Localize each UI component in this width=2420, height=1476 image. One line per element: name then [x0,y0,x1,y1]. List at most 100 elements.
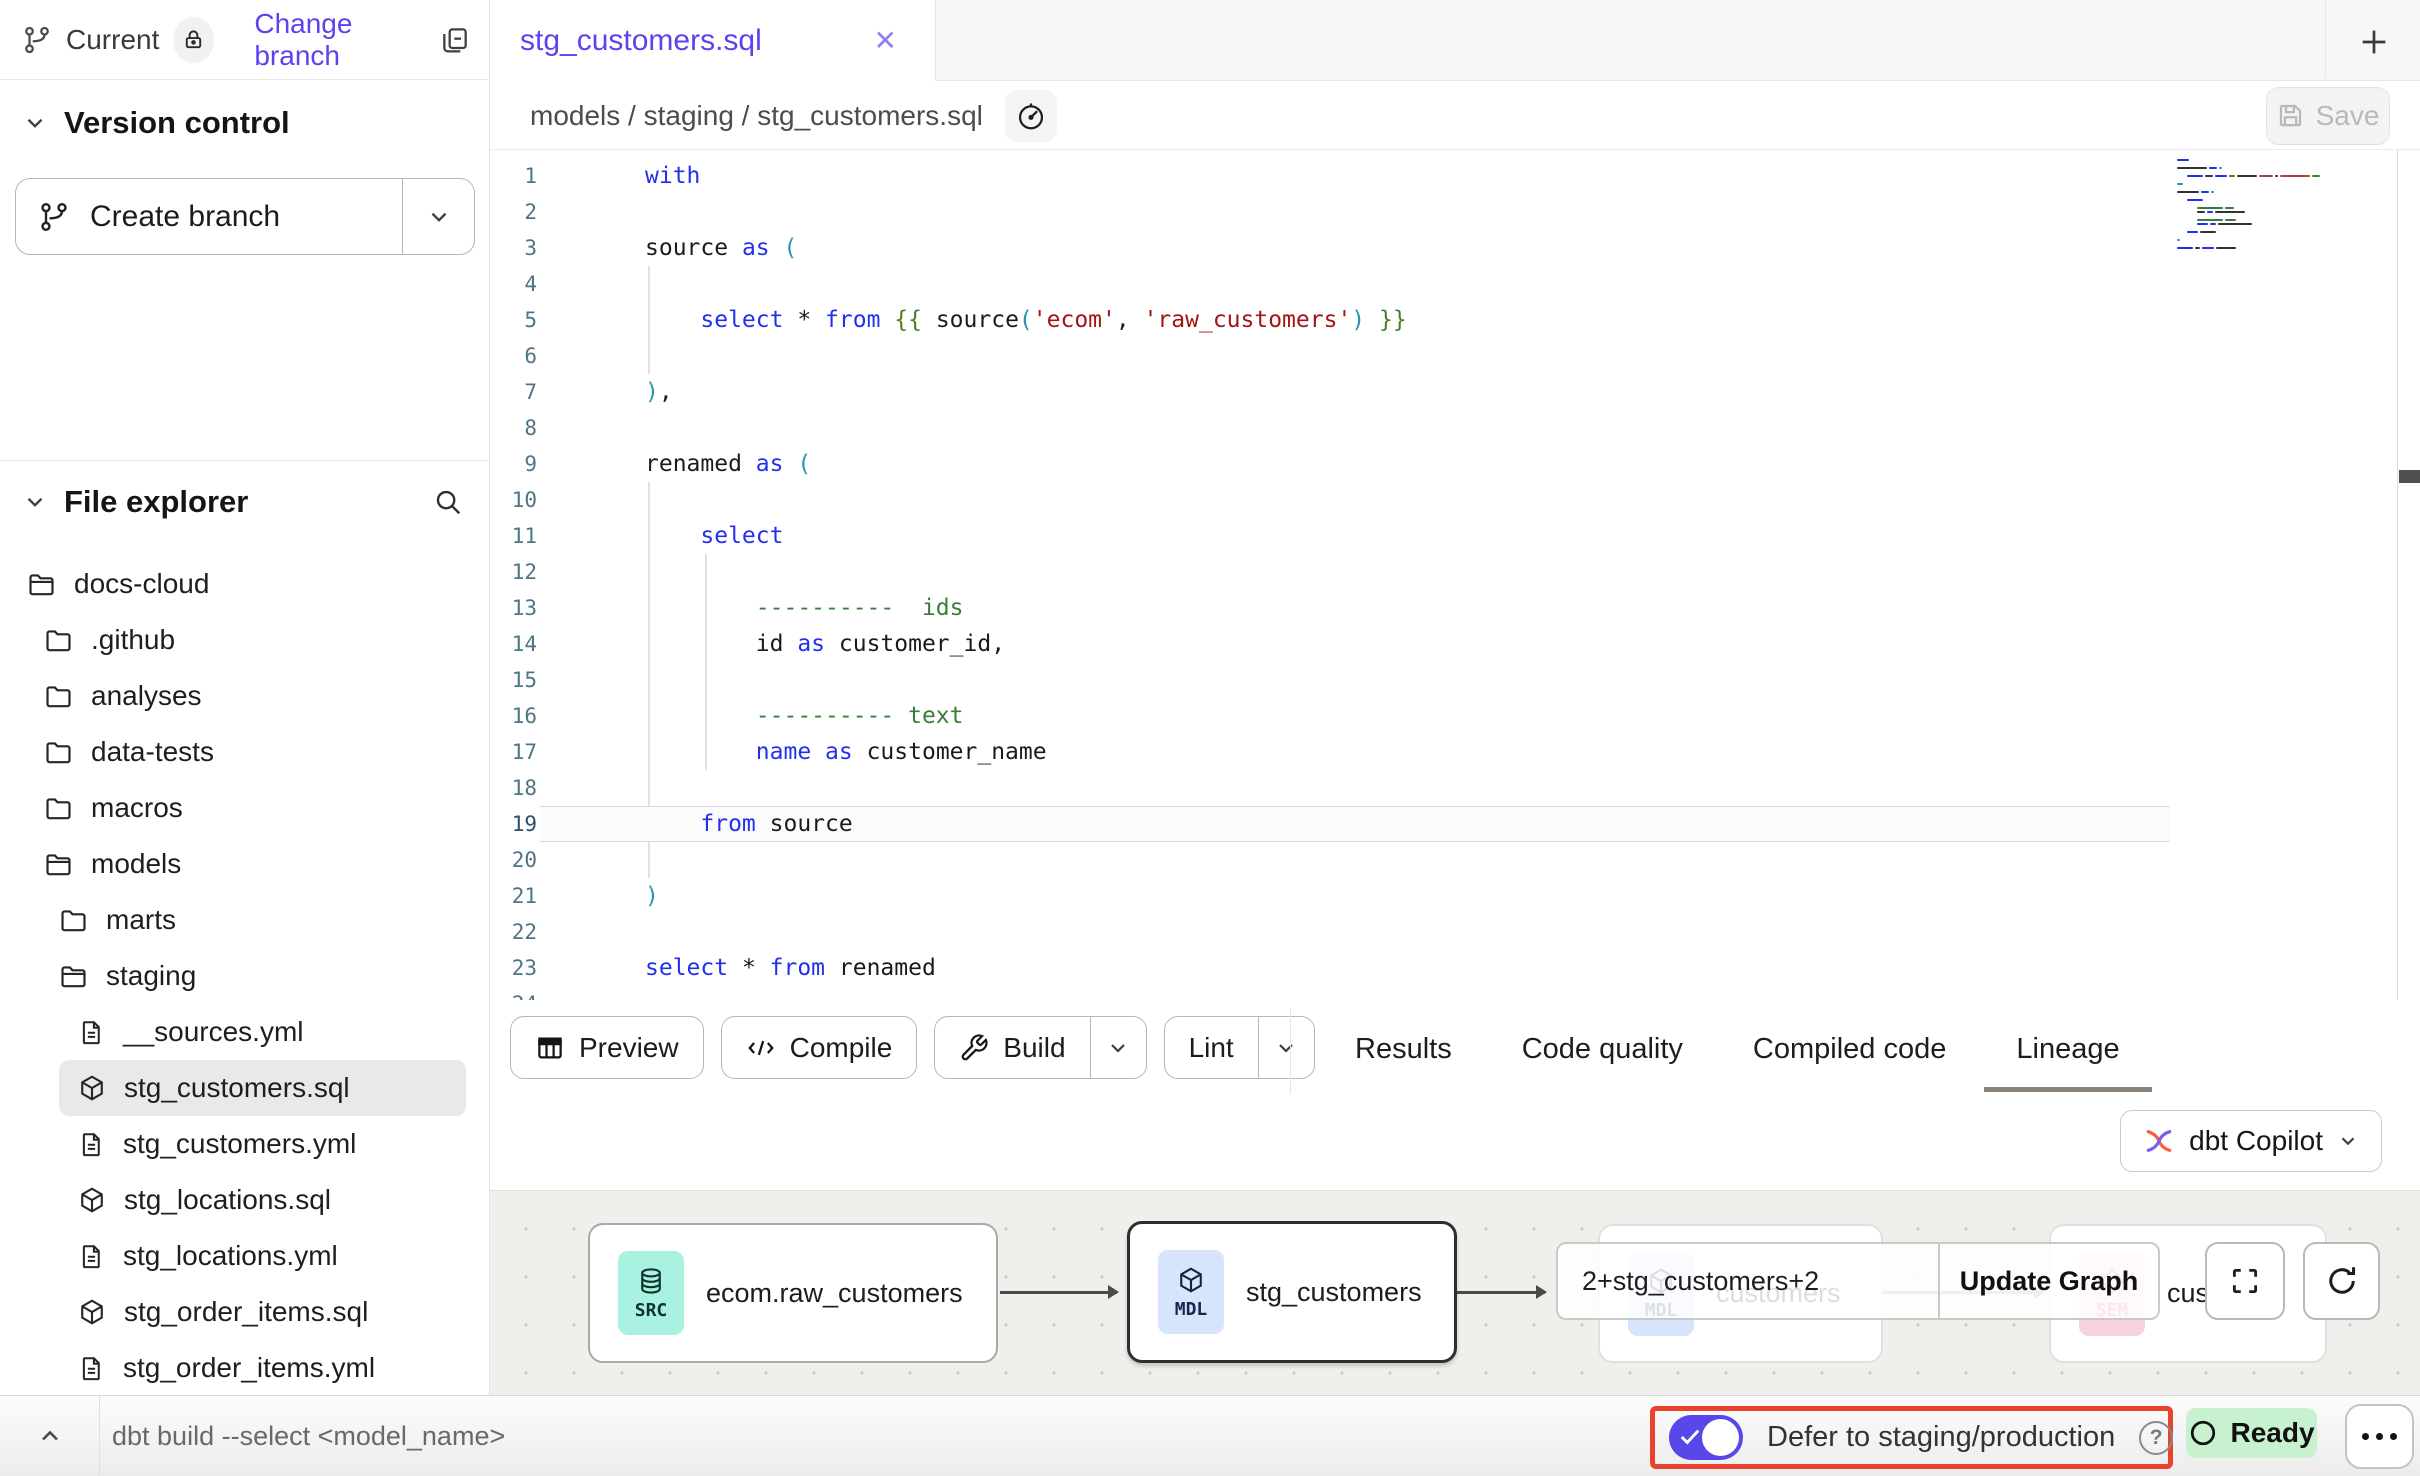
update-graph-button[interactable]: Update Graph [1938,1244,2158,1318]
lineage-selector-input[interactable]: 2+stg_customers+2 [1558,1244,1938,1318]
fullscreen-button[interactable] [2205,1242,2285,1320]
tab-compiled-code[interactable]: Compiled code [1753,1005,1946,1094]
build-dropdown[interactable] [1090,1017,1146,1078]
tab-stg-customers-sql[interactable]: stg_customers.sql ✕ [490,0,936,81]
command-input[interactable]: dbt build --select <model_name> [112,1396,505,1476]
tree-item-stg-locations-yml[interactable]: stg_locations.yml [0,1228,481,1284]
tree-item-analyses[interactable]: analyses [0,668,481,724]
database-icon [636,1266,666,1296]
change-branch-link[interactable]: Change branch [254,8,425,72]
line-number: 22 [490,920,590,944]
compile-button[interactable]: Compile [721,1016,918,1079]
preview-button[interactable]: Preview [510,1016,704,1079]
lineage-node-source[interactable]: SRC ecom.raw_customers [588,1223,998,1363]
branch-locked-chip [173,17,214,63]
tab-code-quality[interactable]: Code quality [1522,1005,1683,1094]
code-line-16[interactable]: 16 ---------- text [490,698,2420,734]
code-line-3[interactable]: 3source as ( [490,230,2420,266]
create-branch-dropdown[interactable] [402,179,474,254]
code-icon [746,1033,776,1063]
collapse-panel-button[interactable] [0,1396,100,1476]
code-line-17[interactable]: 17 name as customer_name [490,734,2420,770]
code-line-21[interactable]: 21) [490,878,2420,914]
code-line-19[interactable]: 19 from source [490,806,2420,842]
lint-dropdown[interactable] [1258,1017,1314,1078]
tree-item-marts[interactable]: marts [0,892,481,948]
copilot-compass-chip[interactable] [1005,90,1057,142]
lineage-panel[interactable]: MDL customers SEM cus [490,1190,2420,1395]
minimap[interactable] [2177,158,2327,250]
code-editor[interactable]: 1with23source as (45 select * from {{ so… [490,150,2420,1000]
code-line-24[interactable]: 24 [490,986,2420,1000]
node-label: ecom.raw_customers [706,1278,963,1309]
results-tabs: Results Code quality Compiled code Linea… [1355,1000,2120,1098]
new-tab-button[interactable] [2352,20,2396,64]
defer-toggle[interactable] [1669,1415,1743,1460]
code-line-6[interactable]: 6 [490,338,2420,374]
code-line-9[interactable]: 9renamed as ( [490,446,2420,482]
create-branch-label: Create branch [90,200,280,234]
lint-button[interactable]: Lint [1164,1016,1315,1079]
chevron-down-icon [22,489,48,515]
tree-item-data-tests[interactable]: data-tests [0,724,481,780]
code-line-1[interactable]: 1with [490,158,2420,194]
code-line-11[interactable]: 11 select [490,518,2420,554]
tree-item-label: .github [91,624,175,656]
line-number: 15 [490,668,590,692]
line-number: 7 [490,380,590,404]
refresh-button[interactable] [2303,1242,2380,1320]
tree-item-stg-customers-sql[interactable]: stg_customers.sql [59,1060,466,1116]
line-number: 5 [490,308,590,332]
create-branch-button[interactable]: Create branch [15,178,475,255]
divider [2325,0,2326,79]
breadcrumb-row: models / staging / stg_customers.sql Sav… [490,82,2420,150]
build-label: Build [1003,1032,1065,1064]
tree-item-staging[interactable]: staging [0,948,481,1004]
lineage-node-stg-customers[interactable]: MDL stg_customers [1127,1221,1457,1363]
code-line-23[interactable]: 23select * from renamed [490,950,2420,986]
tree-item-stg-customers-yml[interactable]: stg_customers.yml [0,1116,481,1172]
dbt-copilot-button[interactable]: dbt Copilot [2120,1110,2382,1172]
tree-item-stg-order-items-yml[interactable]: stg_order_items.yml [0,1340,481,1396]
code-line-10[interactable]: 10 [490,482,2420,518]
fullscreen-icon [2228,1264,2262,1298]
code-line-4[interactable]: 4 [490,266,2420,302]
code-line-5[interactable]: 5 select * from {{ source('ecom', 'raw_c… [490,302,2420,338]
save-button[interactable]: Save [2266,87,2390,145]
search-icon[interactable] [433,487,463,517]
help-icon[interactable]: ? [2139,1421,2173,1455]
build-button[interactable]: Build [934,1016,1146,1079]
tree-item-models[interactable]: models [0,836,481,892]
code-line-13[interactable]: 13 ---------- ids [490,590,2420,626]
file-explorer-header[interactable]: File explorer [0,472,489,532]
cube-icon [1176,1265,1206,1295]
create-branch-main[interactable]: Create branch [16,179,402,254]
tree-item--sources-yml[interactable]: __sources.yml [0,1004,481,1060]
code-line-2[interactable]: 2 [490,194,2420,230]
tree-item-docs-cloud[interactable]: docs-cloud [0,556,481,612]
lint-main[interactable]: Lint [1165,1017,1258,1078]
line-content: ---------- ids [645,595,964,621]
version-control-header[interactable]: Version control [0,96,489,150]
tree-item-label: stg_order_items.yml [123,1352,375,1384]
file-tree: docs-cloud .github analysesdata-testsmacro… [0,556,481,1396]
code-line-14[interactable]: 14 id as customer_id, [490,626,2420,662]
tab-results[interactable]: Results [1355,1005,1452,1094]
tree-item--github[interactable]: .github [0,612,481,668]
code-line-8[interactable]: 8 [490,410,2420,446]
tree-item-stg-locations-sql[interactable]: stg_locations.sql [0,1172,481,1228]
tree-item-stg-order-items-sql[interactable]: stg_order_items.sql [0,1284,481,1340]
code-line-22[interactable]: 22 [490,914,2420,950]
scrollbar-thumb[interactable] [2399,470,2420,483]
tab-lineage[interactable]: Lineage [2016,1005,2119,1094]
code-line-12[interactable]: 12 [490,554,2420,590]
more-options-button[interactable] [2345,1404,2414,1469]
code-line-7[interactable]: 7), [490,374,2420,410]
copy-icon[interactable] [439,24,471,56]
close-icon[interactable]: ✕ [874,24,897,57]
code-line-15[interactable]: 15 [490,662,2420,698]
code-line-18[interactable]: 18 [490,770,2420,806]
tree-item-macros[interactable]: macros [0,780,481,836]
code-line-20[interactable]: 20 [490,842,2420,878]
build-main[interactable]: Build [935,1017,1089,1078]
